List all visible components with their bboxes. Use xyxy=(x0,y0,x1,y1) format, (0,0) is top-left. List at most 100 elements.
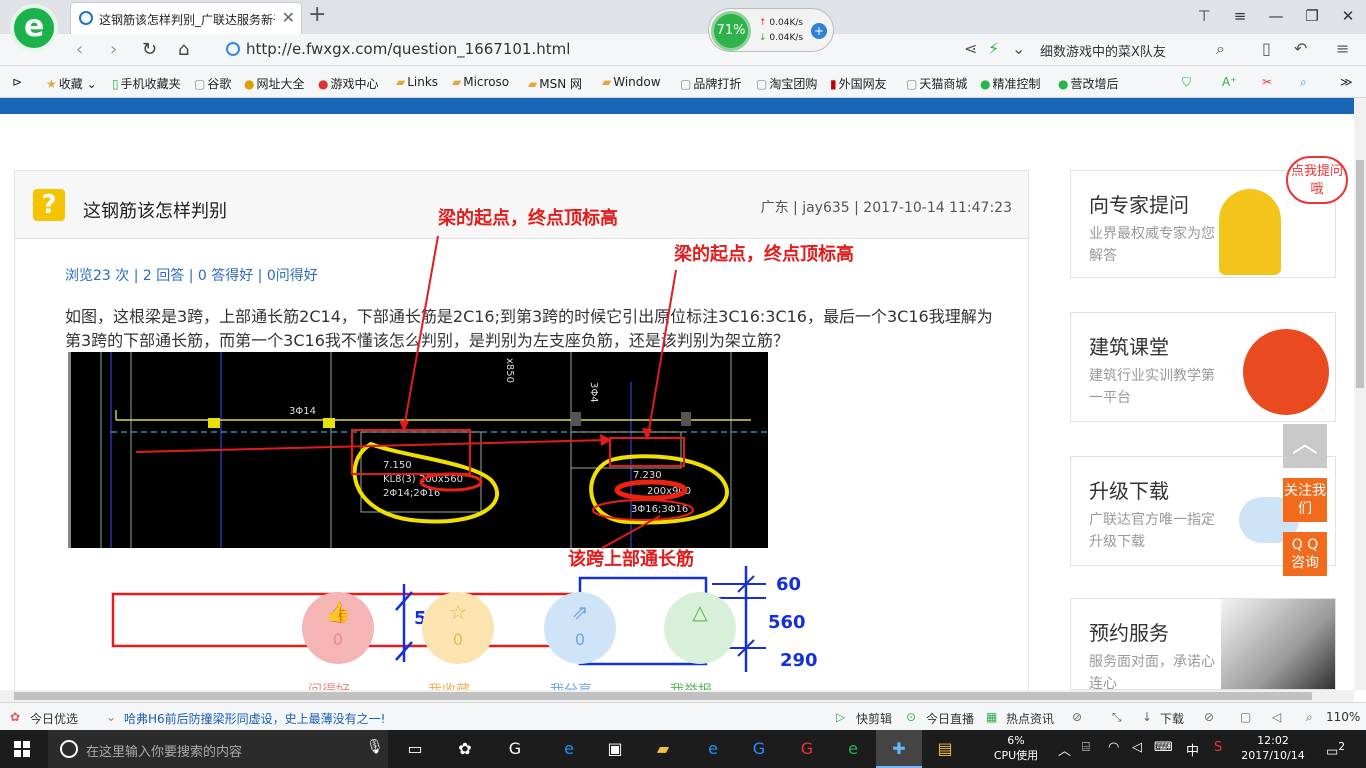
browser-logo-icon[interactable]: e xyxy=(10,4,58,52)
chevron-icon: ⌄ xyxy=(106,710,117,724)
hot-news-icon: ▦ xyxy=(986,710,998,724)
active-taskbar-app[interactable]: ✚ xyxy=(876,730,922,768)
live-link[interactable]: 今日直播 xyxy=(926,710,974,727)
star-icon: ☆ xyxy=(449,600,467,624)
accelerate-icon[interactable]: + xyxy=(811,23,827,39)
upgrade-desc: 广联达官方唯一指定升级下载 xyxy=(1089,512,1215,550)
volume-icon[interactable]: ◁ xyxy=(1132,740,1142,755)
browser-taskbar-icon[interactable]: e xyxy=(840,737,866,761)
like-count: 0 xyxy=(332,630,344,649)
zoom-icon: ⌕ xyxy=(1306,710,1313,724)
booking-title: 预约服务 xyxy=(1089,621,1169,645)
dimension-290: 290 xyxy=(780,650,818,671)
system-clock[interactable]: 12:02 2017/10/14 xyxy=(1240,733,1306,763)
wifi-icon[interactable]: ◠ xyxy=(1108,740,1119,755)
glodon-app-icon[interactable]: G xyxy=(746,737,772,761)
network-app-icon[interactable]: ⌸ xyxy=(1082,740,1090,755)
ime-indicator[interactable]: 中 xyxy=(1186,740,1199,759)
glodon-logo-icon xyxy=(1243,329,1329,415)
start-windows-icon[interactable] xyxy=(14,741,30,757)
booking-desc: 服务面对面，承诺心连心 xyxy=(1089,654,1215,690)
live-icon: ⊙ xyxy=(906,710,917,724)
microphone-icon[interactable]: 🎙 xyxy=(366,739,384,755)
ie-icon[interactable]: e xyxy=(700,737,726,761)
annotation-elevation-1: 梁的起点，终点顶标高 xyxy=(438,208,618,229)
mascot-icon xyxy=(1219,189,1281,275)
share-button[interactable]: ⇗ 0 xyxy=(544,592,616,664)
zoom-level[interactable]: 110% xyxy=(1326,710,1360,724)
app-g-icon[interactable]: G xyxy=(502,737,528,761)
kuaijian-link[interactable]: 快剪辑 xyxy=(856,710,892,727)
news-ticker[interactable]: 哈弗H6前后防撞梁形同虚设，史上最薄没有之一! xyxy=(124,710,385,727)
dimension-60: 60 xyxy=(776,574,802,595)
clock-date: 2017/10/14 xyxy=(1241,749,1305,762)
file-explorer-icon[interactable]: ▰ xyxy=(650,737,676,761)
notification-icon[interactable]: ▭2 xyxy=(1326,740,1345,759)
notes-app-icon[interactable]: ▤ xyxy=(932,737,958,761)
cpu-monitor[interactable]: 6% CPU使用 xyxy=(992,733,1040,763)
annotation-elevation-2: 梁的起点，终点顶标高 xyxy=(674,244,854,265)
follow-us-button[interactable]: 关注我们 xyxy=(1283,478,1327,522)
speed-percent: 71% xyxy=(711,11,751,51)
glodon-app2-icon[interactable]: G xyxy=(794,737,820,761)
thumbs-up-icon: 👍 xyxy=(325,600,351,624)
edge-icon[interactable]: e xyxy=(556,737,582,761)
dimension-560-right: 560 xyxy=(768,612,806,633)
upgrade-title: 升级下载 xyxy=(1089,479,1169,503)
browser-status-bar: ✿ 今日优选 ⌄ 哈弗H6前后防撞梁形同虚设，史上最薄没有之一! ▷ 快剪辑 ⊙… xyxy=(0,702,1366,730)
sound-icon[interactable]: ◁ xyxy=(1272,710,1281,724)
service-photo xyxy=(1221,599,1335,689)
clock-time: 12:02 xyxy=(1257,734,1289,747)
vertical-scroll-thumb[interactable] xyxy=(1356,160,1364,388)
arrow-up-icon: ↑ xyxy=(759,18,767,28)
today-icon: ✿ xyxy=(10,710,21,724)
task-view-icon[interactable]: ▭ xyxy=(402,737,428,761)
pointer-icon[interactable]: ⤡ xyxy=(1112,710,1122,725)
speed-up-value: 0.04K/s xyxy=(769,18,804,28)
notification-count: 2 xyxy=(1338,740,1346,753)
fan-app-icon[interactable]: ✿ xyxy=(452,737,478,761)
qq-consult-button[interactable]: Q Q 咨询 xyxy=(1283,532,1327,576)
speed-down: ↓ 0.04K/s xyxy=(759,33,803,43)
keyboard-icon[interactable]: ⌨ xyxy=(1154,740,1173,755)
back-to-top-button[interactable]: ︿ xyxy=(1283,424,1327,468)
speed-widget[interactable]: 71% ↑ 0.04K/s ↓ 0.04K/s + xyxy=(708,8,834,52)
download-icon: ↓ xyxy=(1142,710,1153,724)
speed-dial-icon[interactable]: ⊘ xyxy=(1072,710,1082,724)
vertical-scrollbar[interactable] xyxy=(1354,98,1366,690)
favorite-count: 0 xyxy=(452,630,464,649)
speed-down-value: 0.04K/s xyxy=(769,33,804,43)
sogou-ime-icon[interactable]: S xyxy=(1214,740,1222,755)
ask-bubble[interactable]: 点我提问哦 xyxy=(1286,156,1348,204)
share-arrow-icon: ⇗ xyxy=(571,600,589,624)
taskbar-search[interactable]: 在这里输入你要搜索的内容 🎙 xyxy=(48,730,388,768)
report-button[interactable]: △ xyxy=(664,592,736,664)
download-link[interactable]: 下载 xyxy=(1160,710,1184,727)
today-picks[interactable]: 今日优选 xyxy=(30,710,78,727)
tray-chevron-icon[interactable]: ︿ xyxy=(1058,740,1071,759)
window-icon[interactable]: ▢ xyxy=(1240,710,1251,724)
horizontal-scroll-thumb[interactable] xyxy=(14,692,1312,700)
annotation-top-rebar: 该跨上部通长筋 xyxy=(568,549,694,570)
like-button[interactable]: 👍 0 xyxy=(302,592,374,664)
horizontal-scrollbar[interactable] xyxy=(0,690,1354,702)
warning-triangle-icon: △ xyxy=(692,600,708,624)
course-title: 建筑课堂 xyxy=(1089,335,1169,359)
course-card[interactable]: 建筑课堂 建筑行业实训教学第一平台 xyxy=(1070,312,1336,422)
course-desc: 建筑行业实训教学第一平台 xyxy=(1089,368,1215,406)
kuaijian-icon: ▷ xyxy=(836,710,846,724)
ask-expert-title: 向专家提问 xyxy=(1089,193,1189,217)
store-icon[interactable]: ▣ xyxy=(602,737,628,761)
taskbar-search-placeholder: 在这里输入你要搜索的内容 xyxy=(86,745,243,760)
ask-expert-desc: 业界最权威专家为您解答 xyxy=(1089,226,1215,264)
speed-up: ↑ 0.04K/s xyxy=(759,18,803,28)
screenshot-app-icon: ✚ xyxy=(892,739,906,758)
hot-news-link[interactable]: 热点资讯 xyxy=(1006,710,1054,727)
clean-icon[interactable]: ⊘ xyxy=(1204,710,1214,724)
share-count: 0 xyxy=(574,630,586,649)
favorite-button[interactable]: ☆ 0 xyxy=(422,592,494,664)
cpu-label: CPU使用 xyxy=(993,749,1039,762)
booking-card[interactable]: 预约服务 服务面对面，承诺心连心 xyxy=(1070,598,1336,690)
cpu-percent: 6% xyxy=(1007,734,1025,747)
windows-taskbar: 在这里输入你要搜索的内容 🎙 ▭ ✿ G e ▣ ▰ e G G e ✚ ▤ 6… xyxy=(0,730,1366,768)
